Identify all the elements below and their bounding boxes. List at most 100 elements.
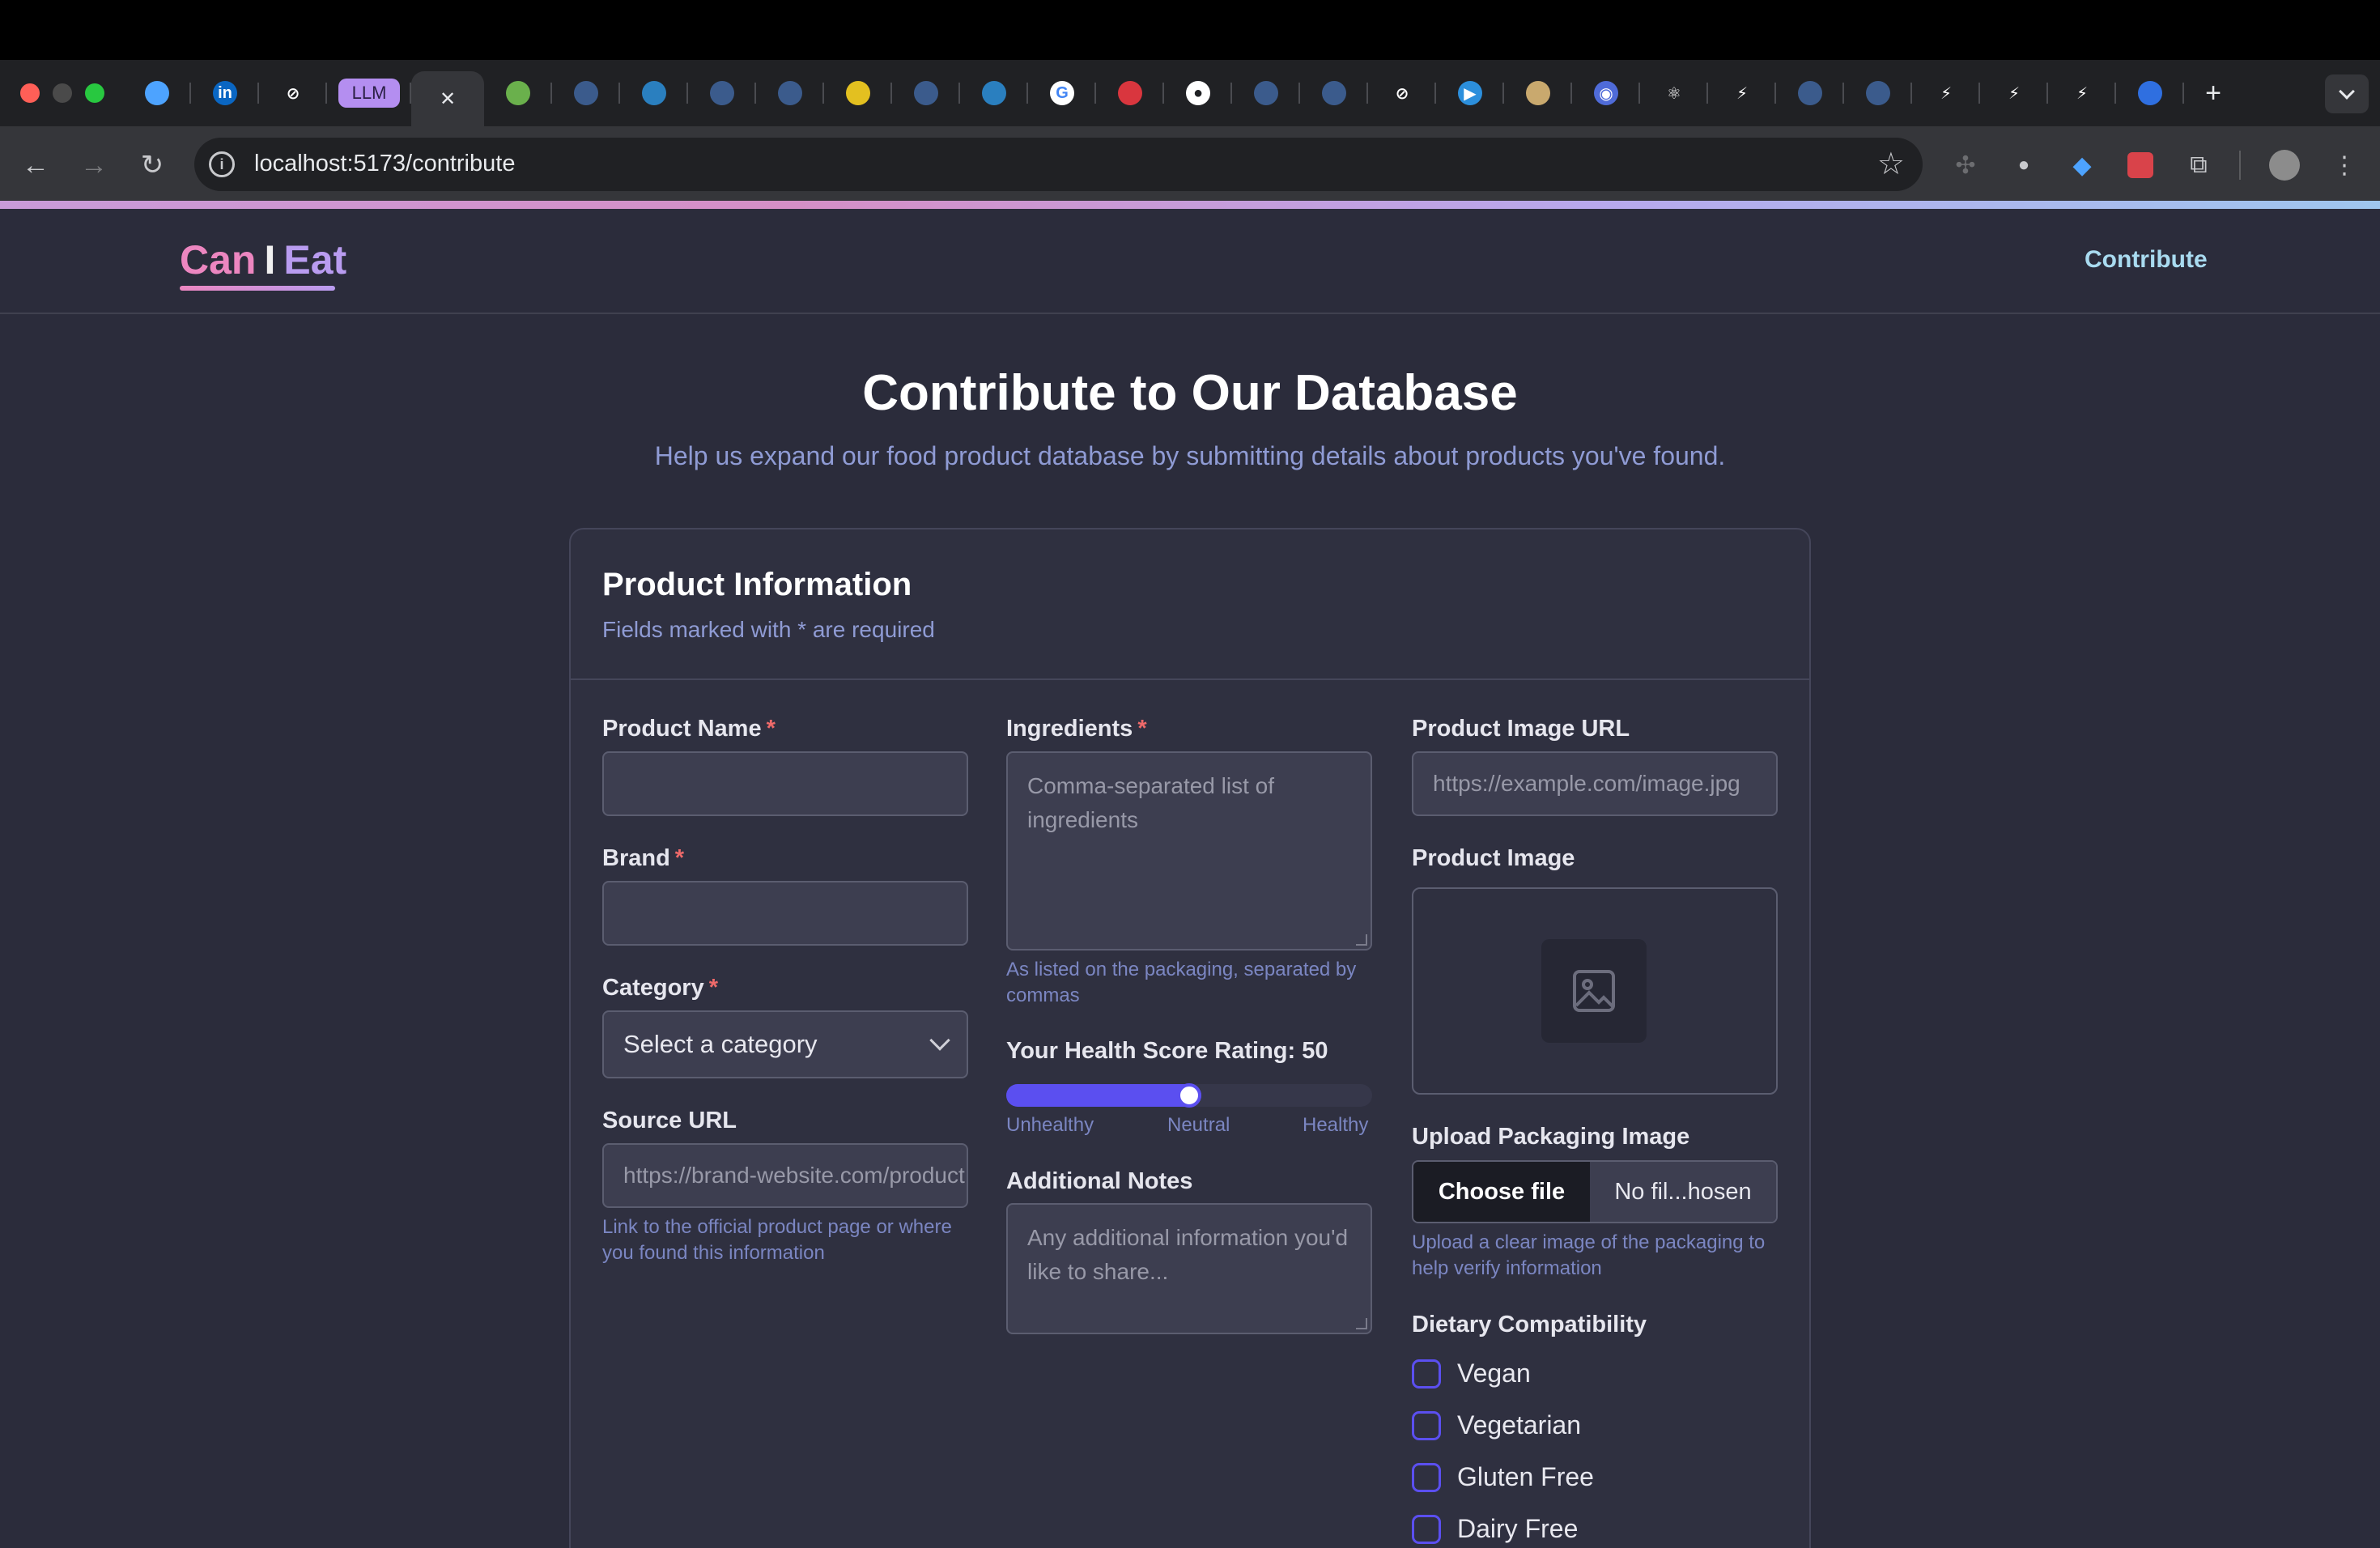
brand-input[interactable] [602, 881, 968, 946]
product-name-input[interactable] [602, 751, 968, 816]
required-marker: * [708, 975, 718, 1001]
image-placeholder [1541, 939, 1647, 1043]
browser-tab[interactable] [756, 71, 824, 115]
browser-tab[interactable] [1504, 71, 1572, 115]
browser-tab[interactable] [892, 71, 960, 115]
checkbox[interactable] [1412, 1462, 1441, 1492]
ingredients-textarea[interactable]: Comma-separated list of ingredients [1006, 751, 1372, 950]
source-url-input[interactable]: https://brand-website.com/product [602, 1143, 968, 1208]
dietary-option-vegan[interactable]: Vegan [1412, 1359, 1531, 1389]
browser-tab[interactable]: ◉ [1572, 71, 1640, 115]
choose-file-button[interactable]: Choose file [1413, 1162, 1590, 1222]
browser-tab[interactable] [1232, 71, 1300, 115]
close-icon[interactable]: ✕ [436, 87, 460, 111]
logo-underline [180, 286, 335, 291]
resize-handle-icon[interactable] [1356, 934, 1367, 946]
profile-avatar-icon[interactable] [2268, 149, 2301, 181]
screen-top-bar [0, 0, 2380, 60]
address-bar[interactable]: i localhost:5173/contribute ☆ [194, 138, 1923, 191]
browser-tab[interactable] [1300, 71, 1368, 115]
nav-contribute-link[interactable]: Contribute [2085, 246, 2208, 274]
plus-icon: + [2205, 77, 2221, 108]
app-logo[interactable]: Can I Eat [180, 236, 346, 283]
category-selected-value: Select a category [623, 1030, 818, 1058]
product-name-label: Product Name * [602, 716, 776, 742]
dietary-option-gluten-free[interactable]: Gluten Free [1412, 1462, 1594, 1492]
extension-ghost-icon[interactable]: ● [2008, 149, 2040, 181]
browser-tab[interactable]: in [191, 71, 259, 115]
dietary-label: Dietary Compatibility [1412, 1312, 1647, 1337]
notes-textarea[interactable]: Any additional information you'd like to… [1006, 1203, 1372, 1334]
browser-tab[interactable]: ● [1164, 71, 1232, 115]
browser-tab[interactable]: ⚡ [1708, 71, 1776, 115]
browser-tab[interactable] [123, 71, 191, 115]
dietary-option-vegetarian[interactable]: Vegetarian [1412, 1410, 1581, 1440]
arrow-left-icon: ← [22, 149, 49, 181]
browser-tab[interactable] [1776, 71, 1844, 115]
zoom-window-button[interactable] [85, 83, 104, 103]
browser-tab[interactable] [552, 71, 620, 115]
minimize-window-button[interactable] [53, 83, 72, 103]
bookmark-star-icon[interactable]: ☆ [1877, 146, 1905, 182]
browser-tab[interactable]: ⚡ [2048, 71, 2116, 115]
browser-tab[interactable]: ▶ [1436, 71, 1504, 115]
browser-tab[interactable]: ⚡ [1912, 71, 1980, 115]
close-window-button[interactable] [20, 83, 40, 103]
option-label: Dairy Free [1457, 1514, 1579, 1543]
health-score-slider-thumb[interactable] [1177, 1083, 1201, 1108]
browser-menu-icon[interactable]: ⋮ [2328, 149, 2361, 181]
source-url-label: Source URL [602, 1108, 737, 1133]
slider-tick-unhealthy: Unhealthy [1006, 1114, 1094, 1136]
extensions-puzzle-icon[interactable]: ⧉ [2182, 149, 2215, 181]
browser-tab[interactable] [824, 71, 892, 115]
browser-tab[interactable]: ⚛ [1640, 71, 1708, 115]
back-button[interactable]: ← [16, 146, 55, 185]
browser-tab[interactable]: ⊘ [1368, 71, 1436, 115]
extension-gem-icon[interactable]: ◆ [2066, 149, 2098, 181]
browser-tab[interactable] [1096, 71, 1164, 115]
shield-icon [2138, 81, 2162, 105]
file-upload-input[interactable]: Choose file No fil...hosen [1412, 1160, 1778, 1223]
required-marker: * [766, 716, 776, 742]
browser-tab[interactable]: ⚡ [1980, 71, 2048, 115]
linkedin-icon: in [213, 81, 237, 105]
category-select[interactable]: Select a category [602, 1010, 968, 1078]
browser-tab[interactable] [1844, 71, 1912, 115]
checkbox[interactable] [1412, 1359, 1441, 1389]
site-info-icon[interactable]: i [209, 151, 235, 177]
browser-tab[interactable] [960, 71, 1028, 115]
tab-search-button[interactable] [2325, 74, 2369, 113]
globe-icon [574, 81, 598, 105]
extension-pin-icon[interactable]: ✣ [1949, 149, 1982, 181]
resize-handle-icon[interactable] [1356, 1318, 1367, 1329]
browser-tab[interactable] [688, 71, 756, 115]
globe-icon [710, 81, 734, 105]
image-url-input[interactable]: https://example.com/image.jpg [1412, 751, 1778, 816]
gem-icon [145, 81, 169, 105]
chevron-down-icon [2339, 83, 2355, 100]
browser-tab[interactable]: ⊘ [259, 71, 327, 115]
nt-icon [1118, 81, 1142, 105]
browser-tab[interactable] [484, 71, 552, 115]
brand-label: Brand * [602, 845, 684, 872]
option-label: Gluten Free [1457, 1462, 1594, 1491]
forward-button[interactable]: → [74, 146, 113, 185]
new-tab-button[interactable]: + [2181, 71, 2246, 115]
bolt-icon: ⚡ [1940, 84, 1953, 103]
checkbox[interactable] [1412, 1514, 1441, 1544]
browser-tab[interactable]: LLM [327, 71, 411, 115]
app-header [0, 209, 2380, 314]
browser-tab[interactable] [2116, 71, 2184, 115]
card-subtitle: Fields marked with * are required [602, 617, 935, 642]
dietary-option-dairy-free[interactable]: Dairy Free [1412, 1514, 1578, 1544]
header-gradient-line [0, 201, 2380, 209]
chart-icon [506, 81, 530, 105]
browser-tab[interactable]: G [1028, 71, 1096, 115]
checkbox[interactable] [1412, 1410, 1441, 1440]
reload-button[interactable]: ↻ [133, 146, 172, 185]
browser-tab[interactable]: ✕ [411, 71, 484, 126]
globe-icon [1798, 81, 1822, 105]
address-bar-url[interactable]: localhost:5173/contribute [254, 151, 515, 177]
extension-red-icon[interactable] [2124, 149, 2157, 181]
browser-tab[interactable] [620, 71, 688, 115]
